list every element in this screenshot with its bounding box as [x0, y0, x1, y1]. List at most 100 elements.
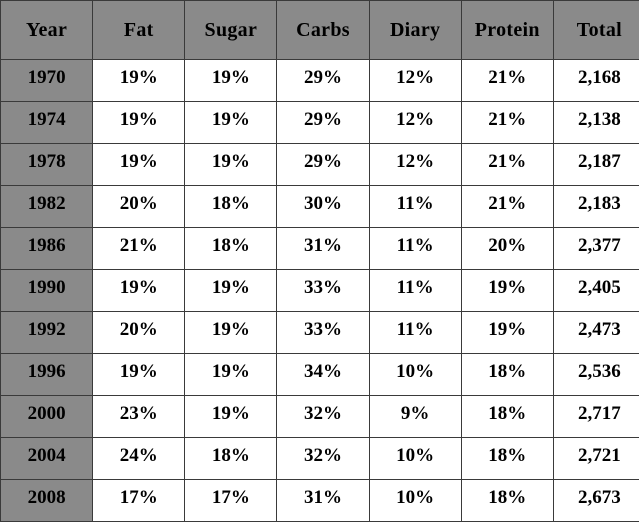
- cell-year: 1986: [0, 227, 94, 270]
- table-row: 1992 20% 19% 33% 11% 19% 2,473: [0, 311, 639, 354]
- cell-fat: 20%: [92, 185, 186, 228]
- cell-value: 33%: [303, 277, 342, 298]
- cell-sugar: 17%: [184, 479, 278, 522]
- cell-protein: 18%: [460, 479, 554, 522]
- cell-value: 32%: [303, 445, 342, 466]
- cell-value: 21%: [488, 109, 527, 130]
- cell-value: 2,377: [578, 235, 621, 256]
- cell-value: 10%: [396, 445, 435, 466]
- cell-value: 19%: [119, 67, 158, 88]
- cell-sugar: 19%: [184, 269, 278, 312]
- cell-diary: 12%: [368, 143, 462, 186]
- cell-value: 18%: [488, 403, 527, 424]
- cell-sugar: 19%: [184, 143, 278, 186]
- cell-year: 2008: [0, 479, 94, 522]
- cell-value: 33%: [303, 319, 342, 340]
- cell-sugar: 19%: [184, 395, 278, 438]
- cell-value: 2,717: [578, 403, 621, 424]
- column-header-sugar[interactable]: Sugar: [184, 0, 278, 60]
- cell-carbs: 33%: [276, 269, 370, 312]
- cell-protein: 21%: [460, 101, 554, 144]
- column-header-fat[interactable]: Fat: [92, 0, 186, 60]
- cell-total: 2,183: [552, 185, 639, 228]
- cell-value: 19%: [211, 109, 250, 130]
- cell-value: 2,168: [578, 67, 621, 88]
- cell-value: 2,473: [578, 319, 621, 340]
- cell-value: 29%: [303, 67, 342, 88]
- cell-value: 2,138: [578, 109, 621, 130]
- cell-value: 2000: [27, 403, 66, 424]
- cell-value: 2008: [27, 487, 66, 508]
- cell-year: 1978: [0, 143, 94, 186]
- cell-fat: 23%: [92, 395, 186, 438]
- cell-total: 2,168: [552, 59, 639, 102]
- cell-value: 20%: [119, 319, 158, 340]
- cell-protein: 18%: [460, 437, 554, 480]
- cell-value: 1990: [27, 277, 66, 298]
- cell-diary: 11%: [368, 185, 462, 228]
- column-header-year[interactable]: Year: [0, 0, 94, 60]
- cell-value: 10%: [396, 487, 435, 508]
- cell-year: 1974: [0, 101, 94, 144]
- table-row: 1986 21% 18% 31% 11% 20% 2,377: [0, 227, 639, 270]
- cell-value: 21%: [488, 151, 527, 172]
- cell-carbs: 34%: [276, 353, 370, 396]
- cell-value: 18%: [488, 361, 527, 382]
- cell-fat: 24%: [92, 437, 186, 480]
- cell-protein: 21%: [460, 143, 554, 186]
- cell-carbs: 33%: [276, 311, 370, 354]
- table-row: 1990 19% 19% 33% 11% 19% 2,405: [0, 269, 639, 312]
- cell-value: 29%: [303, 109, 342, 130]
- column-header-protein[interactable]: Protein: [460, 0, 554, 60]
- cell-carbs: 32%: [276, 395, 370, 438]
- column-header-total[interactable]: Total: [552, 0, 639, 60]
- cell-protein: 20%: [460, 227, 554, 270]
- cell-value: 19%: [211, 277, 250, 298]
- cell-value: 21%: [488, 193, 527, 214]
- cell-year: 1970: [0, 59, 94, 102]
- column-header-carbs[interactable]: Carbs: [276, 0, 370, 60]
- cell-value: 1974: [27, 109, 66, 130]
- cell-total: 2,721: [552, 437, 639, 480]
- cell-value: 12%: [396, 151, 435, 172]
- cell-sugar: 18%: [184, 227, 278, 270]
- table-row: 1970 19% 19% 29% 12% 21% 2,168: [0, 59, 639, 102]
- nutrition-table-container: Year Fat Sugar Carbs Diary Protein Total…: [0, 0, 639, 523]
- cell-protein: 21%: [460, 185, 554, 228]
- header-row: Year Fat Sugar Carbs Diary Protein Total: [0, 0, 639, 60]
- cell-total: 2,377: [552, 227, 639, 270]
- cell-carbs: 29%: [276, 143, 370, 186]
- cell-protein: 19%: [460, 311, 554, 354]
- cell-fat: 21%: [92, 227, 186, 270]
- cell-value: 19%: [119, 361, 158, 382]
- cell-value: 19%: [211, 151, 250, 172]
- cell-year: 1982: [0, 185, 94, 228]
- column-header-diary[interactable]: Diary: [368, 0, 462, 60]
- cell-total: 2,717: [552, 395, 639, 438]
- cell-value: 20%: [488, 235, 527, 256]
- table-row: 2004 24% 18% 32% 10% 18% 2,721: [0, 437, 639, 480]
- cell-value: 31%: [303, 487, 342, 508]
- cell-value: 23%: [119, 403, 158, 424]
- cell-value: 2,405: [578, 277, 621, 298]
- cell-value: 34%: [303, 361, 342, 382]
- cell-value: 24%: [119, 445, 158, 466]
- cell-value: 20%: [119, 193, 158, 214]
- cell-value: 1986: [27, 235, 66, 256]
- cell-diary: 12%: [368, 101, 462, 144]
- cell-total: 2,187: [552, 143, 639, 186]
- cell-value: 19%: [211, 361, 250, 382]
- cell-value: 17%: [211, 487, 250, 508]
- cell-year: 1990: [0, 269, 94, 312]
- cell-total: 2,138: [552, 101, 639, 144]
- cell-value: 17%: [119, 487, 158, 508]
- cell-diary: 11%: [368, 269, 462, 312]
- cell-carbs: 30%: [276, 185, 370, 228]
- cell-total: 2,673: [552, 479, 639, 522]
- cell-year: 1996: [0, 353, 94, 396]
- cell-protein: 18%: [460, 353, 554, 396]
- cell-value: 19%: [488, 319, 527, 340]
- cell-year: 2004: [0, 437, 94, 480]
- cell-value: 18%: [211, 445, 250, 466]
- cell-carbs: 29%: [276, 59, 370, 102]
